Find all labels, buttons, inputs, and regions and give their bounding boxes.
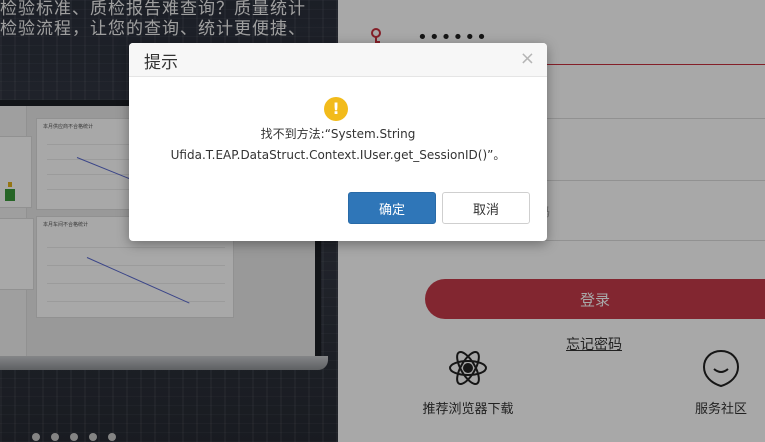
warning-icon: ! xyxy=(324,97,348,121)
dialog-message-line1: 找不到方法:“System.String xyxy=(260,127,416,141)
close-icon[interactable]: × xyxy=(520,50,535,68)
ok-button[interactable]: 确定 xyxy=(348,192,436,224)
alert-dialog: 提示 × ! 找不到方法:“System.String Ufida.T.EAP.… xyxy=(129,43,547,241)
dialog-title: 提示 xyxy=(144,53,178,73)
dialog-header: 提示 × xyxy=(129,43,547,77)
cancel-button[interactable]: 取消 xyxy=(442,192,530,224)
dialog-message-line2: Ufida.T.EAP.DataStruct.Context.IUser.get… xyxy=(170,148,506,162)
